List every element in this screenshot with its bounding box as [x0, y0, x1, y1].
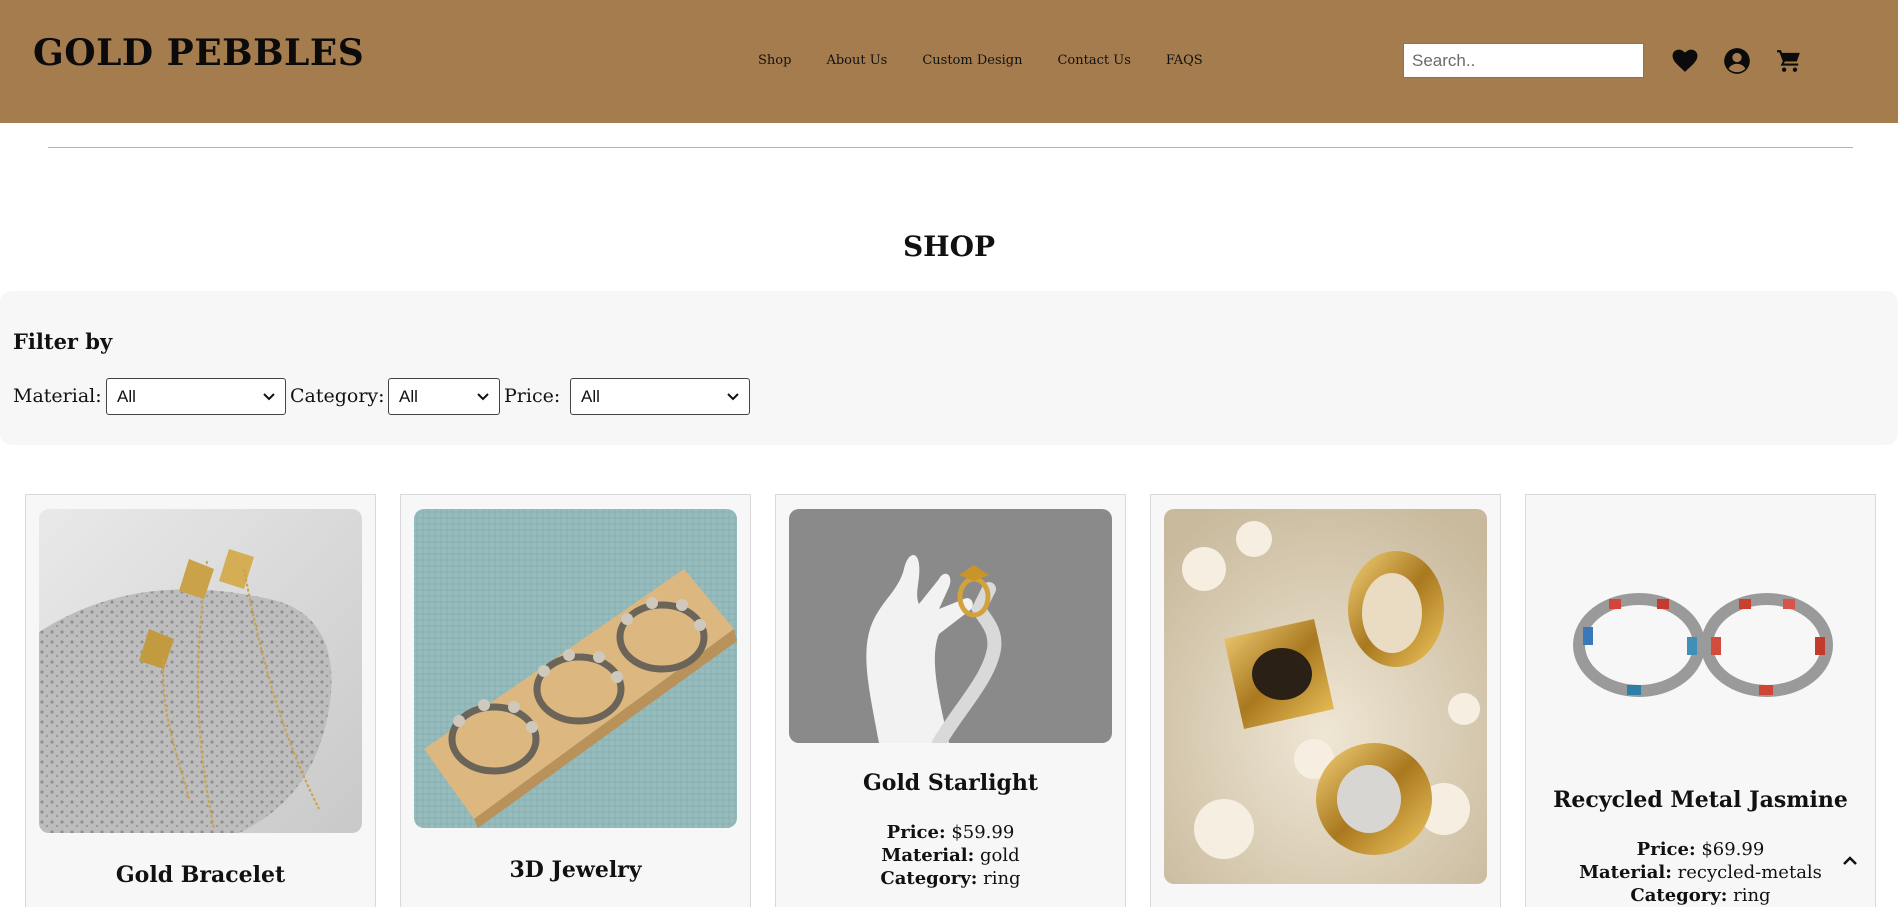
logo[interactable]: GOLD PEBBLES	[33, 32, 364, 74]
nav-custom-design[interactable]: Custom Design	[922, 53, 1022, 68]
category-label: Category:	[880, 868, 978, 889]
category-label: Category:	[1630, 885, 1728, 906]
product-name[interactable]: Recycled Metal Jasmine	[1526, 787, 1875, 813]
product-category: ring	[983, 868, 1021, 889]
product-price: $59.99	[951, 822, 1015, 843]
search-input[interactable]	[1403, 43, 1644, 78]
page-title: SHOP	[902, 230, 996, 263]
chevron-up-icon	[1842, 851, 1858, 870]
user-icon[interactable]	[1723, 47, 1751, 75]
price-filter-label: Price:	[504, 385, 561, 407]
main-nav: Shop About Us Custom Design Contact Us F…	[758, 53, 1238, 68]
material-select-value: All	[117, 386, 136, 406]
product-image[interactable]	[39, 509, 362, 833]
material-label: Material:	[1579, 862, 1672, 883]
price-select-value: All	[581, 386, 600, 406]
product-info: Price: $69.99 Material: recycled-metals …	[1526, 838, 1875, 907]
product-card[interactable]: 3D Jewelry	[400, 494, 751, 907]
product-image[interactable]	[414, 509, 737, 828]
category-select-value: All	[399, 386, 418, 406]
product-name[interactable]: 3D Jewelry	[401, 857, 750, 883]
heart-icon[interactable]	[1671, 47, 1699, 75]
product-card[interactable]: Gold Starlight Price: $59.99 Material: g…	[775, 494, 1126, 907]
product-category: ring	[1733, 885, 1771, 906]
product-image[interactable]	[789, 509, 1112, 743]
product-price: $69.99	[1701, 839, 1765, 860]
product-info: Price: $59.99 Material: gold Category: r…	[776, 821, 1125, 890]
product-name[interactable]: Gold Starlight	[776, 770, 1125, 796]
product-image[interactable]	[1539, 509, 1862, 761]
nav-faqs[interactable]: FAQS	[1166, 53, 1203, 68]
product-card[interactable]	[1150, 494, 1501, 907]
product-material: gold	[979, 845, 1020, 866]
filter-panel: Filter by Material: All Category: All Pr…	[0, 291, 1898, 445]
header-divider	[48, 147, 1853, 148]
material-label: Material:	[881, 845, 975, 866]
price-label: Price:	[1636, 839, 1696, 860]
nav-about-us[interactable]: About Us	[826, 53, 887, 68]
price-select[interactable]: All	[570, 378, 750, 415]
product-card[interactable]: Gold Bracelet	[25, 494, 376, 907]
product-card[interactable]: Recycled Metal Jasmine Price: $69.99 Mat…	[1525, 494, 1876, 907]
price-label: Price:	[886, 822, 946, 843]
category-filter-label: Category:	[290, 385, 385, 407]
nav-contact-us[interactable]: Contact Us	[1057, 53, 1130, 68]
product-name[interactable]: Gold Bracelet	[26, 862, 375, 888]
product-image[interactable]	[1164, 509, 1487, 884]
material-select[interactable]: All	[106, 378, 286, 415]
filter-title: Filter by	[13, 329, 113, 354]
category-select[interactable]: All	[388, 378, 500, 415]
back-to-top-button[interactable]	[1832, 842, 1868, 878]
site-header: GOLD PEBBLES Shop About Us Custom Design…	[0, 0, 1898, 123]
nav-shop[interactable]: Shop	[758, 53, 791, 68]
chevron-down-icon	[263, 390, 275, 404]
chevron-down-icon	[477, 390, 489, 404]
product-material: recycled-metals	[1677, 862, 1822, 883]
cart-icon[interactable]	[1775, 47, 1803, 75]
chevron-down-icon	[727, 390, 739, 404]
material-filter-label: Material:	[13, 385, 102, 407]
